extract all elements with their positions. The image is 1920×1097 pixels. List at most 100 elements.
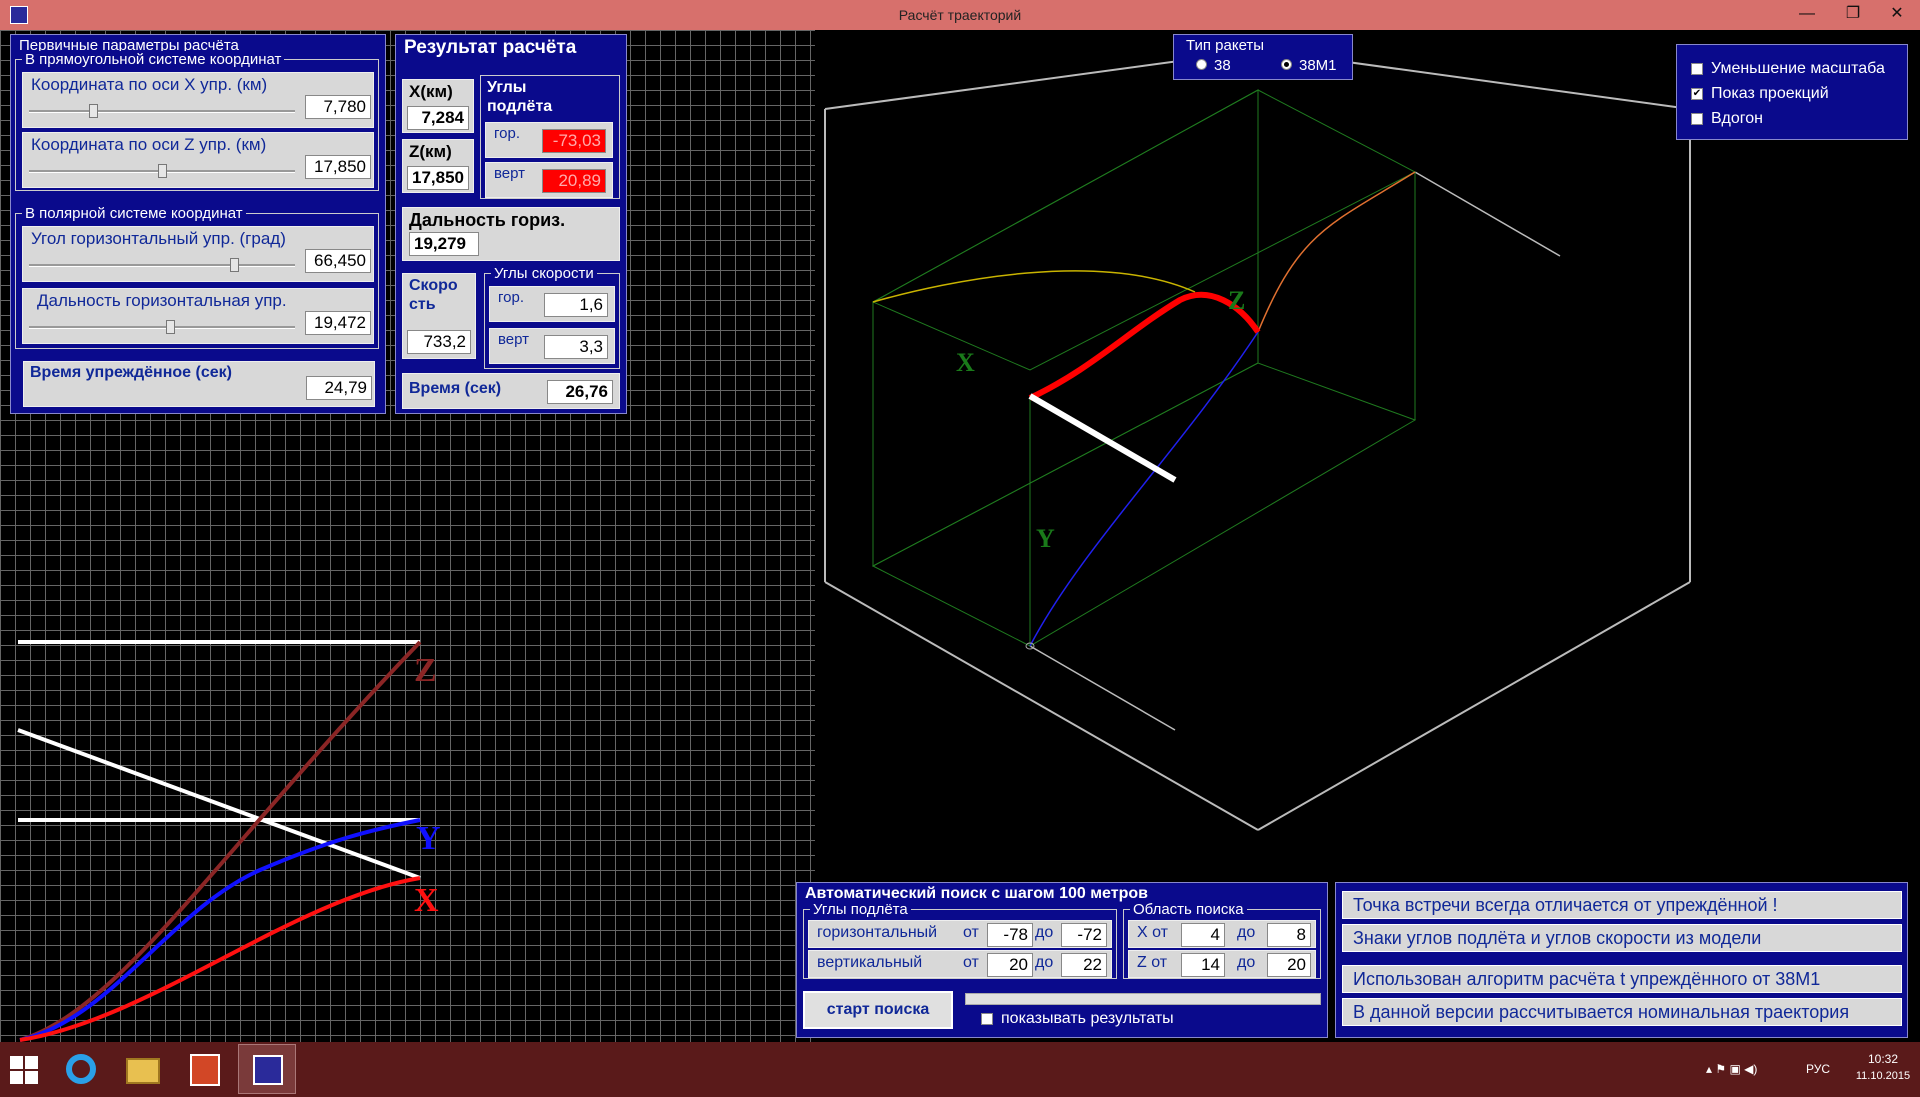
speed-vert-label: верт (498, 331, 530, 348)
internet-explorer-icon[interactable] (52, 1044, 110, 1094)
search-vertical-to[interactable]: 22 (1061, 953, 1107, 977)
missile-type-title: Тип ракеты (1186, 37, 1265, 54)
range-result-label: Дальность гориз. (409, 210, 566, 230)
missile-type-option-38[interactable]: 38 (1214, 57, 1231, 74)
search-horizontal-from-label: от (963, 924, 979, 941)
windows-logo-icon[interactable] (10, 1056, 40, 1086)
search-area-group: Область поиска X от 4 до 8 Z от 14 до 20 (1123, 901, 1321, 979)
clock-time[interactable]: 10:32 (1860, 1052, 1906, 1066)
language-indicator[interactable]: РУС (1806, 1062, 1830, 1076)
powerpoint-icon[interactable] (176, 1044, 234, 1094)
result-panel: Результат расчёта X(км) 7,284 Z(км) 17,8… (395, 34, 627, 414)
taskbar: ▴ ⚑ ▣ ◀) РУС 10:32 11.10.2015 (0, 1042, 1920, 1097)
range-result-box: Дальность гориз. 19,279 (402, 207, 620, 261)
projection-plane-back (872, 89, 1259, 567)
cube-edge-bottom-left (824, 581, 1259, 831)
search-horizontal-from[interactable]: -78 (987, 923, 1033, 947)
search-x-to[interactable]: 8 (1267, 923, 1311, 947)
clock-date[interactable]: 11.10.2015 (1850, 1070, 1916, 1082)
result-x-value: 7,284 (407, 106, 469, 130)
chase-checkbox[interactable] (1691, 113, 1703, 125)
angle-slider[interactable] (29, 264, 295, 267)
angle-input[interactable]: 66,450 (305, 249, 371, 273)
x-coord-input[interactable]: 7,780 (305, 95, 371, 119)
speed-value: 733,2 (407, 330, 471, 354)
speed-hor-value: 1,6 (544, 293, 608, 317)
angle-slider-thumb[interactable] (229, 258, 239, 272)
speed-angles-group: Углы скорости гор. 1,6 верт 3,3 (484, 265, 620, 369)
close-button[interactable]: ✕ (1874, 0, 1920, 30)
search-x-from[interactable]: 4 (1181, 923, 1225, 947)
note-4: В данной версии рассчитывается номинальн… (1342, 998, 1902, 1026)
rect-coords-legend: В прямоугольной системе координат (22, 51, 285, 68)
note-2: Знаки углов подлёта и углов скорости из … (1342, 924, 1902, 952)
launch-hor-box: гор. -73,03 (485, 122, 613, 158)
window-title: Расчёт траекторий (898, 7, 1022, 23)
flight-time-box: Время (сек) 26,76 (402, 373, 620, 409)
search-horizontal-to[interactable]: -72 (1061, 923, 1107, 947)
search-z-to-label: до (1237, 954, 1256, 971)
show-projections-label[interactable]: Показ проекций (1711, 85, 1829, 103)
projection-curve-z (19, 640, 422, 1042)
scale-down-label[interactable]: Уменьшение масштаба (1711, 60, 1885, 78)
main-area: Z Y X X Y Z Первичные параметры расчёта … (0, 30, 1920, 1042)
x-coord-slider[interactable] (29, 110, 295, 113)
trajectory-app-icon[interactable] (238, 1044, 296, 1094)
angle-label: Угол горизонтальный упр. (град) (31, 229, 286, 248)
speed-vert-box: верт 3,3 (489, 328, 615, 364)
tray-icons[interactable]: ▴ ⚑ ▣ ◀) (1706, 1062, 1757, 1076)
missile-type-radio-38[interactable] (1196, 59, 1207, 70)
search-horizontal-row: горизонтальный от -78 до -72 (808, 920, 1112, 948)
chase-label[interactable]: Вдогон (1711, 110, 1763, 128)
result-z-label: Z(км) (409, 142, 452, 161)
polar-coords-group: В полярной системе координат Угол горизо… (15, 205, 379, 349)
range-box: Дальность горизонтальная упр. 19,472 (22, 288, 374, 344)
projection-curve-x (19, 876, 421, 1042)
flight-time-value: 26,76 (547, 380, 613, 404)
range-slider[interactable] (29, 326, 295, 329)
range-input[interactable]: 19,472 (305, 311, 371, 335)
x-coord-slider-thumb[interactable] (88, 104, 98, 118)
missile-type-panel: Тип ракеты 38 38М1 (1173, 34, 1353, 80)
missile-type-option-38m1[interactable]: 38М1 (1299, 57, 1337, 74)
minimize-button[interactable]: — (1784, 0, 1830, 30)
scale-down-checkbox[interactable] (1691, 63, 1703, 75)
show-projections-checkbox[interactable]: ✔ (1691, 88, 1703, 100)
launch-hor-value: -73,03 (542, 129, 606, 153)
range-result-value: 19,279 (409, 232, 479, 256)
range-label: Дальность горизонтальная упр. (37, 291, 287, 310)
x-coord-label: Координата по оси X упр. (км) (31, 75, 268, 94)
x-coord-box: Координата по оси X упр. (км) 7,780 (22, 72, 374, 128)
z-coord-input[interactable]: 17,850 (305, 155, 371, 179)
axis-label-z: Z (1228, 286, 1246, 315)
launch-vert-label: верт (494, 165, 526, 182)
search-area-legend: Область поиска (1130, 901, 1247, 918)
missile-type-radio-38m1[interactable] (1281, 59, 1292, 70)
search-z-to[interactable]: 20 (1267, 953, 1311, 977)
range-slider-thumb[interactable] (165, 320, 175, 334)
cube-edge-bottom-right (1257, 581, 1691, 831)
search-z-from[interactable]: 14 (1181, 953, 1225, 977)
search-vertical-from[interactable]: 20 (987, 953, 1033, 977)
show-results-label[interactable]: показывать результаты (1001, 1010, 1174, 1028)
file-explorer-icon[interactable] (114, 1044, 172, 1094)
search-vertical-row: вертикальный от 20 до 22 (808, 950, 1112, 978)
maximize-button[interactable]: ❐ (1830, 0, 1876, 30)
search-horizontal-to-label: до (1035, 924, 1054, 941)
trajectory-projection-xy (1029, 331, 1259, 647)
polar-coords-legend: В полярной системе координат (22, 205, 246, 222)
speed-label: Скоро сть (409, 277, 458, 313)
lead-time-value: 24,79 (306, 376, 372, 400)
search-horizontal-label: горизонтальный (817, 924, 938, 941)
axis-label-y: Y (1036, 524, 1055, 553)
z-coord-slider-thumb[interactable] (158, 164, 167, 178)
search-vertical-from-label: от (963, 954, 979, 971)
speed-angles-legend: Углы скорости (491, 265, 597, 282)
axis-label-x: X (956, 348, 975, 377)
start-search-button[interactable]: старт поиска (803, 991, 953, 1029)
show-results-checkbox[interactable] (981, 1013, 993, 1025)
search-angles-legend: Углы подлёта (810, 901, 911, 918)
z-coord-label: Координата по оси Z упр. (км) (31, 135, 267, 154)
note-1: Точка встречи всегда отличается от упреж… (1342, 891, 1902, 919)
note-3: Использован алгоритм расчёта t упреждённ… (1342, 965, 1902, 993)
